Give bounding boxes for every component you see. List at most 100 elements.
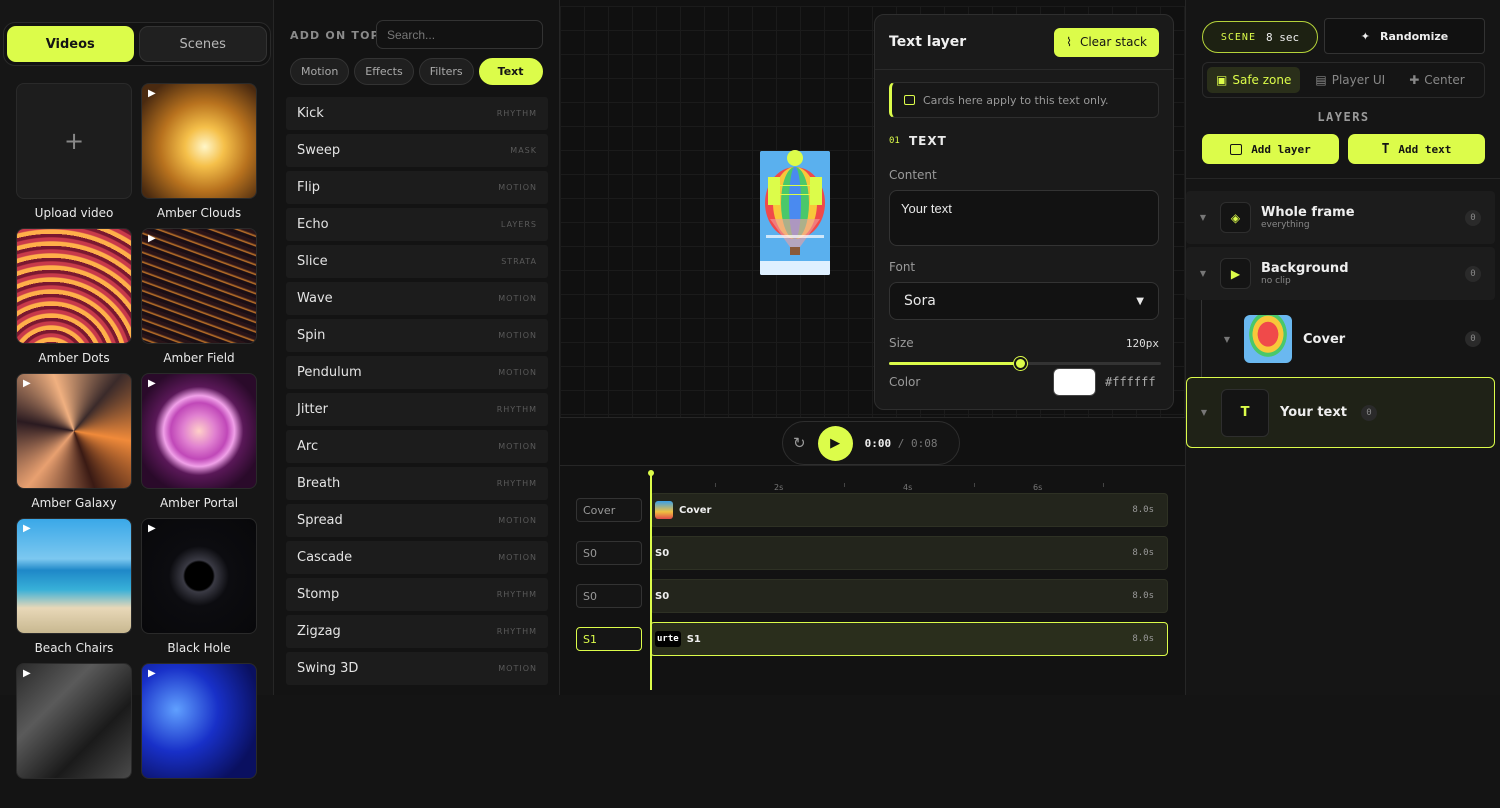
font-select[interactable]: Sora ▼ (889, 282, 1159, 320)
track-label-s0[interactable]: S0 (576, 541, 642, 565)
effects-search-input[interactable] (376, 20, 543, 49)
filter-text[interactable]: Text (479, 58, 543, 85)
toggle-center[interactable]: ✚Center (1400, 67, 1473, 93)
filter-motion[interactable]: Motion (290, 58, 349, 85)
effect-item[interactable]: FlipMOTION (286, 171, 548, 204)
effect-name: Wave (297, 291, 333, 306)
track-label-cover[interactable]: Cover (576, 498, 642, 522)
video-card[interactable]: ▶ Amber Galaxy (16, 373, 132, 518)
caret-down-icon[interactable]: ▼ (1186, 269, 1220, 278)
clip-name: urteS1 (655, 631, 701, 647)
effect-item[interactable]: WaveMOTION (286, 282, 548, 315)
randomize-button[interactable]: ✦ Randomize (1324, 18, 1485, 54)
video-card[interactable]: Amber Dots (16, 228, 132, 373)
add-layer-button[interactable]: Add layer (1202, 134, 1339, 164)
effect-name: Cascade (297, 550, 352, 565)
effect-item[interactable]: Jitter RHYTHM (286, 393, 548, 426)
video-card[interactable]: ▶ Amber Field (141, 228, 257, 373)
size-slider-knob[interactable] (1014, 357, 1027, 370)
clip-s1[interactable]: urteS1 8.0s (650, 622, 1168, 656)
effect-item[interactable]: KickRHYTHM (286, 97, 548, 130)
add-text-label: Add text (1398, 143, 1451, 156)
font-label: Font (889, 260, 915, 274)
effect-item[interactable]: SpreadMOTION (286, 504, 548, 537)
video-thumbnail: ▶ (141, 518, 257, 634)
video-preview[interactable] (760, 151, 830, 275)
layer-row-background[interactable]: ▼ ▶ Background no clip 0 (1186, 247, 1495, 300)
effect-item[interactable]: CascadeMOTION (286, 541, 548, 574)
caret-down-icon[interactable]: ▼ (1186, 213, 1220, 222)
clear-stack-button[interactable]: ⌇ Clear stack (1054, 28, 1159, 57)
effect-name: Jitter (297, 402, 328, 417)
caret-down-icon[interactable]: ▼ (1210, 335, 1244, 344)
video-card[interactable]: ▶ Beach Chairs (16, 518, 132, 663)
track-label-s0[interactable]: S0 (576, 584, 642, 608)
timecode: 0:00 / 0:08 (865, 437, 938, 450)
play-icon: ▶ (23, 523, 31, 534)
content-textarea[interactable]: Your text (889, 190, 1159, 246)
size-slider-fill (889, 362, 1020, 365)
effect-item[interactable]: ArcMOTION (286, 430, 548, 463)
caret-down-icon[interactable]: ▼ (1187, 408, 1221, 417)
effect-name: Zigzag (297, 624, 341, 639)
effect-item[interactable]: PendulumMOTION (286, 356, 548, 389)
video-card[interactable]: ▶ (16, 663, 132, 808)
effect-item[interactable]: SweepMASK (286, 134, 548, 167)
effect-category: RHYTHM (497, 405, 537, 414)
play-button[interactable]: ▶ (818, 426, 853, 461)
color-swatch[interactable] (1053, 368, 1096, 396)
effect-item[interactable]: StompRHYTHM (286, 578, 548, 611)
clip-label: S0 (655, 591, 669, 602)
tab-videos[interactable]: Videos (7, 26, 134, 62)
toggle-player-ui[interactable]: ▤Player UI (1306, 67, 1394, 93)
effect-item[interactable]: Zigzag RHYTHM (286, 615, 548, 648)
view-toggles: ▣Safe zone ▤Player UI ✚Center (1202, 62, 1485, 98)
clip-s0[interactable]: S0 8.0s (650, 579, 1168, 613)
layer-count-badge: 0 (1465, 266, 1481, 282)
timeline[interactable]: 2s 4s 6s Cover Cover 8.0s S0 S0 8.0s S0 … (560, 465, 1185, 695)
add-text-button[interactable]: T Add text (1348, 134, 1485, 164)
playhead[interactable] (650, 472, 652, 690)
video-card[interactable]: ▶ (141, 663, 257, 808)
text-layer-panel: Text layer ⌇ Clear stack Cards here appl… (874, 14, 1174, 410)
filter-effects[interactable]: Effects (354, 58, 413, 85)
playhead-knob[interactable] (648, 470, 654, 476)
video-card[interactable]: ▶ Black Hole (141, 518, 257, 663)
clip-s0[interactable]: S0 8.0s (650, 536, 1168, 570)
info-note-text: Cards here apply to this text only. (923, 94, 1109, 107)
layer-text: Background no clip (1261, 261, 1349, 286)
time-current: 0:00 (865, 437, 892, 450)
toggle-label: Player UI (1332, 73, 1385, 87)
filter-filters[interactable]: Filters (419, 58, 474, 85)
upload-video-card[interactable]: + Upload video (16, 83, 132, 228)
size-slider[interactable] (889, 362, 1161, 365)
effect-item[interactable]: SliceSTRATA (286, 245, 548, 278)
toggle-safe-zone[interactable]: ▣Safe zone (1207, 67, 1300, 93)
size-label: Size (889, 336, 914, 350)
section-number: 01 (889, 136, 900, 146)
panel-header: Text layer ⌇ Clear stack (875, 15, 1173, 70)
restart-icon[interactable]: ↻ (793, 434, 806, 452)
track-label-s1[interactable]: S1 (576, 627, 642, 651)
ruler-tick-label: 2s (774, 483, 783, 492)
effect-item[interactable]: BreathRHYTHM (286, 467, 548, 500)
tab-scenes[interactable]: Scenes (139, 26, 268, 62)
layer-row-cover[interactable]: ▼ Cover 0 (1210, 312, 1495, 366)
video-card[interactable]: ▶ Amber Clouds (141, 83, 257, 228)
layer-row-whole-frame[interactable]: ▼ ◈ Whole frame everything 0 (1186, 191, 1495, 244)
scene-duration-badge[interactable]: SCENE 8 sec (1202, 21, 1318, 53)
effect-name: Stomp (297, 587, 339, 602)
clip-cover[interactable]: Cover 8.0s (650, 493, 1168, 527)
effect-category: LAYERS (501, 220, 537, 229)
add-on-top-heading: ADD ON TOP (290, 29, 380, 42)
rotate-handle[interactable] (787, 150, 803, 166)
layer-row-your-text[interactable]: ▼ T Your text 0 (1186, 377, 1495, 448)
effect-item[interactable]: SpinMOTION (286, 319, 548, 352)
time-separator: / (898, 437, 905, 450)
video-label: Amber Dots (16, 351, 132, 365)
video-card[interactable]: ▶ Amber Portal (141, 373, 257, 518)
text-selection-box[interactable] (774, 185, 816, 195)
effect-item[interactable]: Swing 3DMOTION (286, 652, 548, 685)
effect-category: RHYTHM (497, 627, 537, 636)
effect-item[interactable]: EchoLAYERS (286, 208, 548, 241)
